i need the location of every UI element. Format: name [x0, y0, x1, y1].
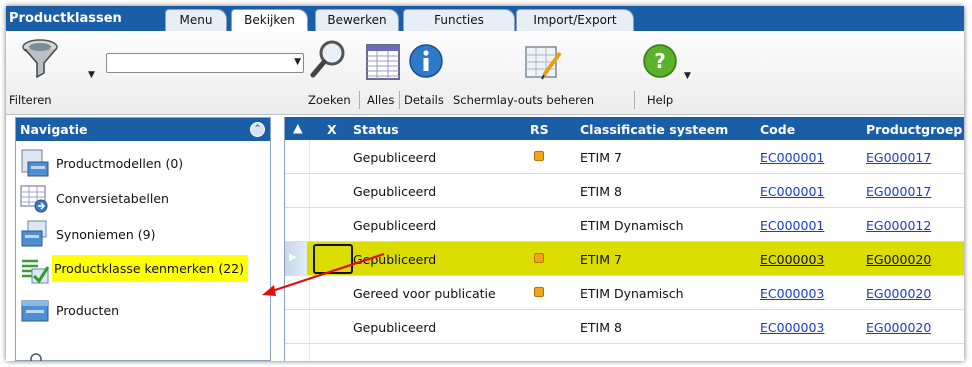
cell-status: Gepubliceerd	[353, 184, 437, 199]
cell-code-link[interactable]: EC000003	[760, 320, 824, 335]
nav-item-conversietabellen[interactable]: Conversietabellen	[16, 180, 270, 214]
funnel-icon	[22, 39, 58, 79]
cell-group-link[interactable]: EG000020	[866, 286, 931, 301]
nav-item-productklasse-kenmerken[interactable]: Productklasse kenmerken (22)	[16, 252, 270, 286]
filter-label: Filteren	[9, 93, 52, 107]
nav-item-label: Synoniemen (9)	[56, 227, 156, 242]
cell-status: Gepubliceerd	[353, 218, 437, 233]
column-header-rs[interactable]: RS	[530, 122, 549, 137]
svg-text:?: ?	[654, 49, 666, 73]
toolbar-separator	[359, 91, 360, 109]
table-row[interactable]: Gepubliceerd ETIM Dynamisch EC000001 EG0…	[285, 208, 964, 242]
tab-bar: Productklassen Menu Bekijken Bewerken Fu…	[6, 6, 964, 32]
cell-code-link[interactable]: EC000003	[760, 286, 824, 301]
alles-button[interactable]: Alles	[367, 93, 394, 107]
partial-list-icon	[30, 353, 42, 361]
table-row[interactable]: Gereed voor publicatie ETIM Dynamisch EC…	[285, 276, 964, 310]
cell-code-link[interactable]: EC000001	[760, 184, 824, 199]
zoeken-button[interactable]: Zoeken	[308, 93, 351, 107]
conversion-table-icon	[20, 185, 48, 213]
table-row[interactable]: Gepubliceerd ETIM 8 EC000003 EG000020	[285, 310, 964, 344]
app-title: Productklassen	[9, 11, 122, 26]
schermlay-outs-button[interactable]: Schermlay-outs beheren	[453, 93, 594, 107]
help-icon[interactable]: ?	[642, 43, 678, 79]
column-header-productgroep[interactable]: Productgroep	[866, 122, 962, 137]
cell-status: Gepubliceerd	[353, 252, 437, 267]
cell-system: ETIM 8	[580, 320, 622, 335]
cell-group-link[interactable]: EG000017	[866, 150, 931, 165]
chevron-down-icon: ▼	[88, 70, 95, 80]
cell-system: ETIM 7	[580, 150, 622, 165]
magnifier-icon[interactable]	[308, 37, 348, 81]
search-combobox[interactable]: ▼	[106, 53, 304, 73]
rs-flag-icon	[534, 151, 544, 161]
nav-item-label: Productmodellen (0)	[56, 156, 184, 171]
row-selector[interactable]: ▶	[285, 242, 307, 276]
filter-button[interactable]: ▼	[14, 37, 95, 85]
chevron-down-icon[interactable]: ▼	[294, 57, 301, 67]
cell-system: ETIM 7	[580, 252, 622, 267]
cell-status: Gereed voor publicatie	[353, 286, 496, 301]
cell-group-link[interactable]: EG000020	[866, 252, 931, 267]
cell-code-link[interactable]: EC000001	[760, 218, 824, 233]
cell-system: ETIM Dynamisch	[580, 286, 684, 301]
chevron-down-icon[interactable]: ▼	[684, 71, 691, 81]
column-header-status[interactable]: Status	[353, 122, 399, 137]
nav-item-producten[interactable]: Producten	[16, 292, 270, 326]
tab-bekijken[interactable]: Bekijken	[231, 9, 308, 32]
cell-status: Gepubliceerd	[353, 320, 437, 335]
toolbar-separator	[399, 91, 400, 109]
tab-menu[interactable]: Menu	[165, 9, 227, 31]
rs-flag-icon	[534, 287, 544, 297]
cell-code-link[interactable]: EC000003	[760, 252, 824, 267]
navigation-header: Navigatie ⌃	[16, 118, 270, 141]
sort-ascending-icon[interactable]: ▲	[293, 120, 303, 135]
product-model-icon	[21, 149, 49, 177]
help-button[interactable]: Help	[647, 93, 673, 107]
tab-functies[interactable]: Functies	[403, 9, 515, 31]
cell-group-link[interactable]: EG000012	[866, 218, 931, 233]
layout-edit-icon[interactable]	[524, 43, 564, 81]
column-header-code[interactable]: Code	[760, 122, 795, 137]
app-window: Productklassen Menu Bekijken Bewerken Fu…	[6, 6, 964, 361]
table-row-selected[interactable]: ▶ Gepubliceerd ETIM 7 EC000003 EG000020	[285, 242, 964, 276]
column-header-x[interactable]: X	[327, 122, 337, 137]
rs-flag-icon	[534, 253, 544, 263]
table-row[interactable]: Gepubliceerd ETIM 7 EC000001 EG000017	[285, 140, 964, 174]
nav-item-synoniemen[interactable]: Synoniemen (9)	[16, 216, 270, 250]
navigation-title: Navigatie	[20, 122, 88, 137]
cell-group-link[interactable]: EG000017	[866, 184, 931, 199]
tab-import-export[interactable]: Import/Export	[516, 9, 634, 31]
info-icon[interactable]	[408, 43, 444, 79]
feature-list-check-icon	[22, 259, 50, 284]
nav-item-label: Producten	[56, 303, 120, 318]
nav-item-productmodellen[interactable]: Productmodellen (0)	[16, 145, 270, 179]
grid-header: ▲ X Status RS Classificatie systeem Code…	[285, 117, 964, 140]
column-header-classificatie-systeem[interactable]: Classificatie systeem	[580, 122, 728, 137]
nav-item-label: Conversietabellen	[56, 191, 169, 206]
cell-status: Gepubliceerd	[353, 150, 437, 165]
collapse-icon[interactable]: ⌃	[250, 122, 265, 137]
results-grid: ▲ X Status RS Classificatie systeem Code…	[284, 117, 964, 361]
tab-bewerken[interactable]: Bewerken	[315, 9, 399, 31]
table-icon[interactable]	[365, 43, 401, 83]
nav-item-label: Productklasse kenmerken (22)	[52, 255, 248, 282]
synonym-icon	[21, 220, 47, 247]
checkbox-cell[interactable]	[313, 244, 353, 274]
toolbar-separator	[634, 91, 635, 109]
cell-system: ETIM 8	[580, 184, 622, 199]
cell-group-link[interactable]: EG000020	[866, 320, 931, 335]
table-row[interactable]: Gepubliceerd ETIM 8 EC000001 EG000017	[285, 174, 964, 208]
navigation-panel: Navigatie ⌃ Productmodellen (0) Conversi…	[15, 117, 271, 361]
row-pointer-icon: ▶	[289, 252, 297, 263]
cell-system: ETIM Dynamisch	[580, 218, 684, 233]
products-icon	[21, 300, 49, 322]
details-button[interactable]: Details	[404, 93, 444, 107]
ribbon-toolbar: ▼ Filteren ▼ Zoeken Alles Details Scherm…	[6, 31, 964, 115]
cell-code-link[interactable]: EC000001	[760, 150, 824, 165]
